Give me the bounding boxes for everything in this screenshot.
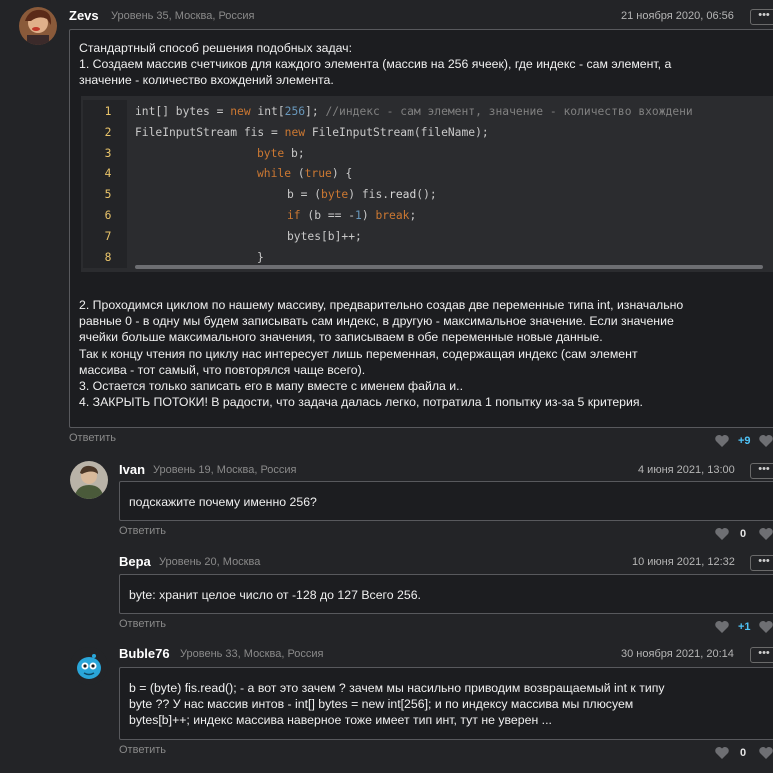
comment-text-intro: Стандартный способ решения подобных зада…	[79, 41, 672, 88]
code-line: b = (byte) fis.read();	[287, 188, 437, 202]
code-line: byte b;	[257, 146, 305, 160]
avatar-image	[70, 461, 108, 499]
more-options-button[interactable]: •••	[750, 9, 773, 25]
like-count: 0	[740, 528, 747, 540]
reply-link[interactable]: Ответить	[119, 618, 166, 630]
more-options-button[interactable]: •••	[750, 647, 773, 663]
comment-text: подскажите почему именно 256?	[129, 495, 317, 509]
comment-text: b = (byte) fis.read(); - а вот это зачем…	[129, 681, 665, 728]
avatar-zevs[interactable]	[19, 7, 57, 45]
horizontal-scrollbar[interactable]	[135, 265, 763, 269]
comment-date: 30 ноября 2021, 20:14	[621, 648, 734, 660]
reply-link[interactable]: Ответить	[69, 432, 116, 444]
comment-author[interactable]: Buble76	[119, 646, 170, 661]
comment-date: 10 июня 2021, 12:32	[632, 556, 735, 568]
comment-meta: Уровень 20, Москва	[159, 556, 261, 568]
avatar-ivan[interactable]	[70, 461, 108, 499]
like-count: +1	[738, 621, 751, 633]
comment-date: 4 июня 2021, 13:00	[638, 464, 735, 476]
reply-link[interactable]: Ответить	[119, 744, 166, 756]
code-line: while (true) {	[257, 167, 353, 181]
reply-link[interactable]: Ответить	[119, 525, 166, 537]
code-block: 1 2 3 4 5 6 7 8 int[] bytes = new int[25…	[81, 96, 773, 272]
dislike-heart-icon[interactable]	[758, 527, 773, 546]
dislike-heart-icon[interactable]	[758, 434, 773, 453]
dislike-heart-icon[interactable]	[758, 620, 773, 639]
avatar-image	[70, 647, 108, 685]
dislike-heart-icon[interactable]	[758, 746, 773, 765]
code-line: int[] bytes = new int[256]; //индекс - с…	[135, 105, 693, 118]
comment-meta: Уровень 19, Москва, Россия	[153, 464, 297, 476]
avatar-buble76[interactable]	[70, 647, 108, 685]
like-heart-icon[interactable]	[714, 434, 730, 453]
code-line: if (b == -1) break;	[287, 208, 417, 222]
comment-meta: Уровень 33, Москва, Россия	[180, 648, 324, 660]
comment-date: 21 ноября 2020, 06:56	[621, 10, 734, 22]
comment-text: byte: хранит целое число от -128 до 127 …	[129, 588, 421, 602]
like-heart-icon[interactable]	[714, 746, 730, 765]
code-line: FileInputStream fis = new FileInputStrea…	[135, 125, 489, 139]
like-heart-icon[interactable]	[714, 527, 730, 546]
comment-author[interactable]: Вера	[119, 554, 151, 569]
code-line: bytes[b]++;	[287, 229, 362, 243]
comment-author[interactable]: Zevs	[69, 8, 99, 23]
comment-author[interactable]: Ivan	[119, 462, 145, 477]
more-options-button[interactable]: •••	[750, 463, 773, 479]
like-count: +9	[738, 435, 751, 447]
comment-text-rest: 2. Проходимся циклом по нашему массиву, …	[79, 298, 684, 410]
code-lines: int[] bytes = new int[256]; //индекс - с…	[135, 102, 771, 268]
line-numbers-list: 1 2 3 4 5 6 7 8	[104, 105, 112, 264]
like-heart-icon[interactable]	[714, 620, 730, 639]
comment-meta: Уровень 35, Москва, Россия	[111, 10, 255, 22]
like-count: 0	[740, 747, 747, 759]
more-options-button[interactable]: •••	[750, 555, 773, 571]
avatar-image	[19, 7, 57, 45]
